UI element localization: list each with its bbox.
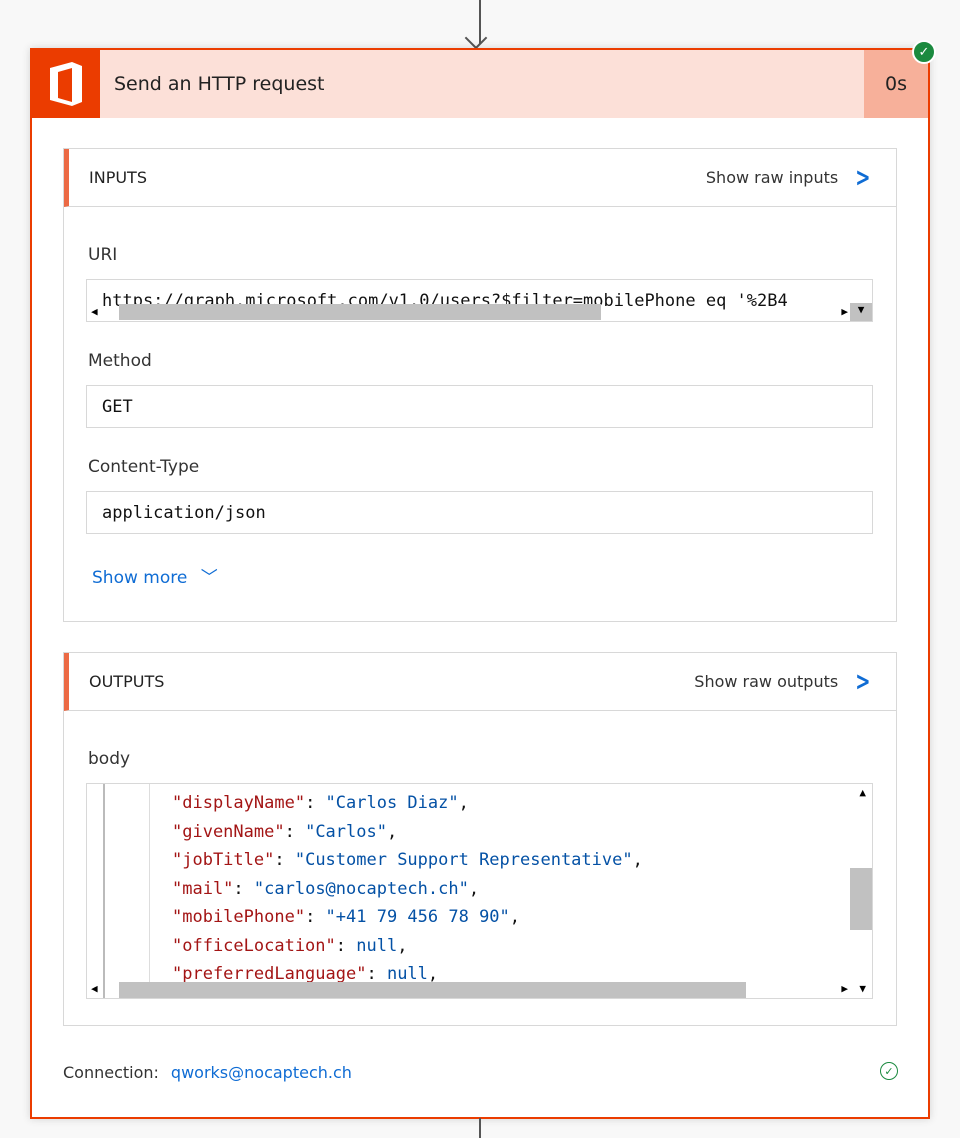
json-value: "Carlos" (305, 821, 387, 842)
scroll-down-icon[interactable]: ▼ (850, 303, 872, 321)
action-header[interactable]: Send an HTTP request 0s (32, 50, 928, 118)
check-circle-icon: ✓ (912, 40, 936, 64)
action-card: Send an HTTP request 0s ✓ INPUTS Show ra… (30, 40, 936, 1119)
outputs-heading: OUTPUTS (89, 672, 165, 691)
scroll-down-icon[interactable]: ▼ (859, 982, 866, 995)
flow-connector-bottom (479, 1118, 481, 1138)
horizontal-scrollbar[interactable] (119, 304, 601, 320)
json-key: "givenName" (172, 821, 285, 842)
scroll-up-icon[interactable]: ▲ (859, 786, 866, 799)
arrow-down-icon (464, 26, 488, 50)
show-raw-outputs-button[interactable]: Show raw outputs > (694, 667, 874, 697)
chevron-right-icon: > (855, 162, 871, 193)
json-line: "givenName": "Carlos", (172, 821, 398, 842)
json-key: "mobilePhone" (172, 907, 306, 927)
uri-field[interactable]: https://graph.microsoft.com/v1.0/users?$… (86, 279, 873, 322)
connection-info: Connection: qworks@nocaptech.ch (63, 1063, 352, 1082)
inputs-heading: INPUTS (89, 168, 147, 187)
json-value: "Carlos Diaz" (325, 793, 459, 813)
connection-ok-icon: ✓ (880, 1062, 898, 1080)
scroll-right-icon[interactable]: ▶ (841, 305, 848, 318)
json-line: "mobilePhone": "+41 79 456 78 90", (172, 907, 521, 927)
vertical-scrollbar[interactable] (850, 868, 872, 930)
json-value: "+41 79 456 78 90" (325, 907, 510, 927)
action-title: Send an HTTP request (114, 73, 325, 95)
scroll-left-icon[interactable]: ◀ (91, 982, 98, 995)
json-line: "officeLocation": null, (172, 935, 408, 956)
json-key: "mail" (172, 878, 234, 899)
json-key: "preferredLanguage" (172, 964, 367, 984)
show-more-label: Show more (92, 568, 188, 588)
outputs-section: OUTPUTS Show raw outputs > body "displayN… (63, 652, 897, 1026)
json-value: null (386, 964, 428, 984)
content-type-label: Content-Type (88, 457, 200, 477)
chevron-down-icon: ﹀ (200, 568, 218, 588)
connection-label: Connection: (63, 1063, 159, 1082)
show-more-button[interactable]: Show more ﹀ (92, 563, 218, 588)
json-value: "Customer Support Representative" (294, 850, 633, 870)
method-label: Method (88, 351, 152, 371)
chevron-right-icon: > (855, 666, 871, 697)
body-label: body (88, 749, 131, 769)
json-key: "officeLocation" (172, 935, 336, 956)
json-value: null (356, 935, 398, 956)
body-code-viewer[interactable]: "displayName": "Carlos Diaz", "givenName"… (86, 783, 873, 999)
json-value: "carlos@nocaptech.ch" (253, 878, 469, 899)
connection-link[interactable]: qworks@nocaptech.ch (171, 1063, 352, 1082)
scroll-left-icon[interactable]: ◀ (91, 305, 98, 318)
horizontal-scrollbar[interactable] (119, 982, 746, 998)
json-line: "mail": "carlos@nocaptech.ch", (172, 878, 480, 899)
json-line: "displayName": "Carlos Diaz", (172, 793, 469, 813)
json-key: "jobTitle" (172, 850, 275, 870)
show-raw-outputs-label: Show raw outputs (694, 672, 839, 691)
inputs-section: INPUTS Show raw inputs > URI https://grap… (63, 148, 897, 622)
office-logo-icon (32, 50, 100, 118)
json-line: "jobTitle": "Customer Support Representa… (172, 850, 643, 870)
scroll-right-icon[interactable]: ▶ (841, 982, 848, 995)
show-raw-inputs-label: Show raw inputs (705, 168, 839, 187)
method-field[interactable]: GET (86, 385, 873, 428)
json-key: "displayName" (172, 793, 306, 813)
uri-label: URI (88, 245, 118, 265)
show-raw-inputs-button[interactable]: Show raw inputs > (706, 163, 874, 193)
content-type-field[interactable]: application/json (86, 491, 873, 534)
